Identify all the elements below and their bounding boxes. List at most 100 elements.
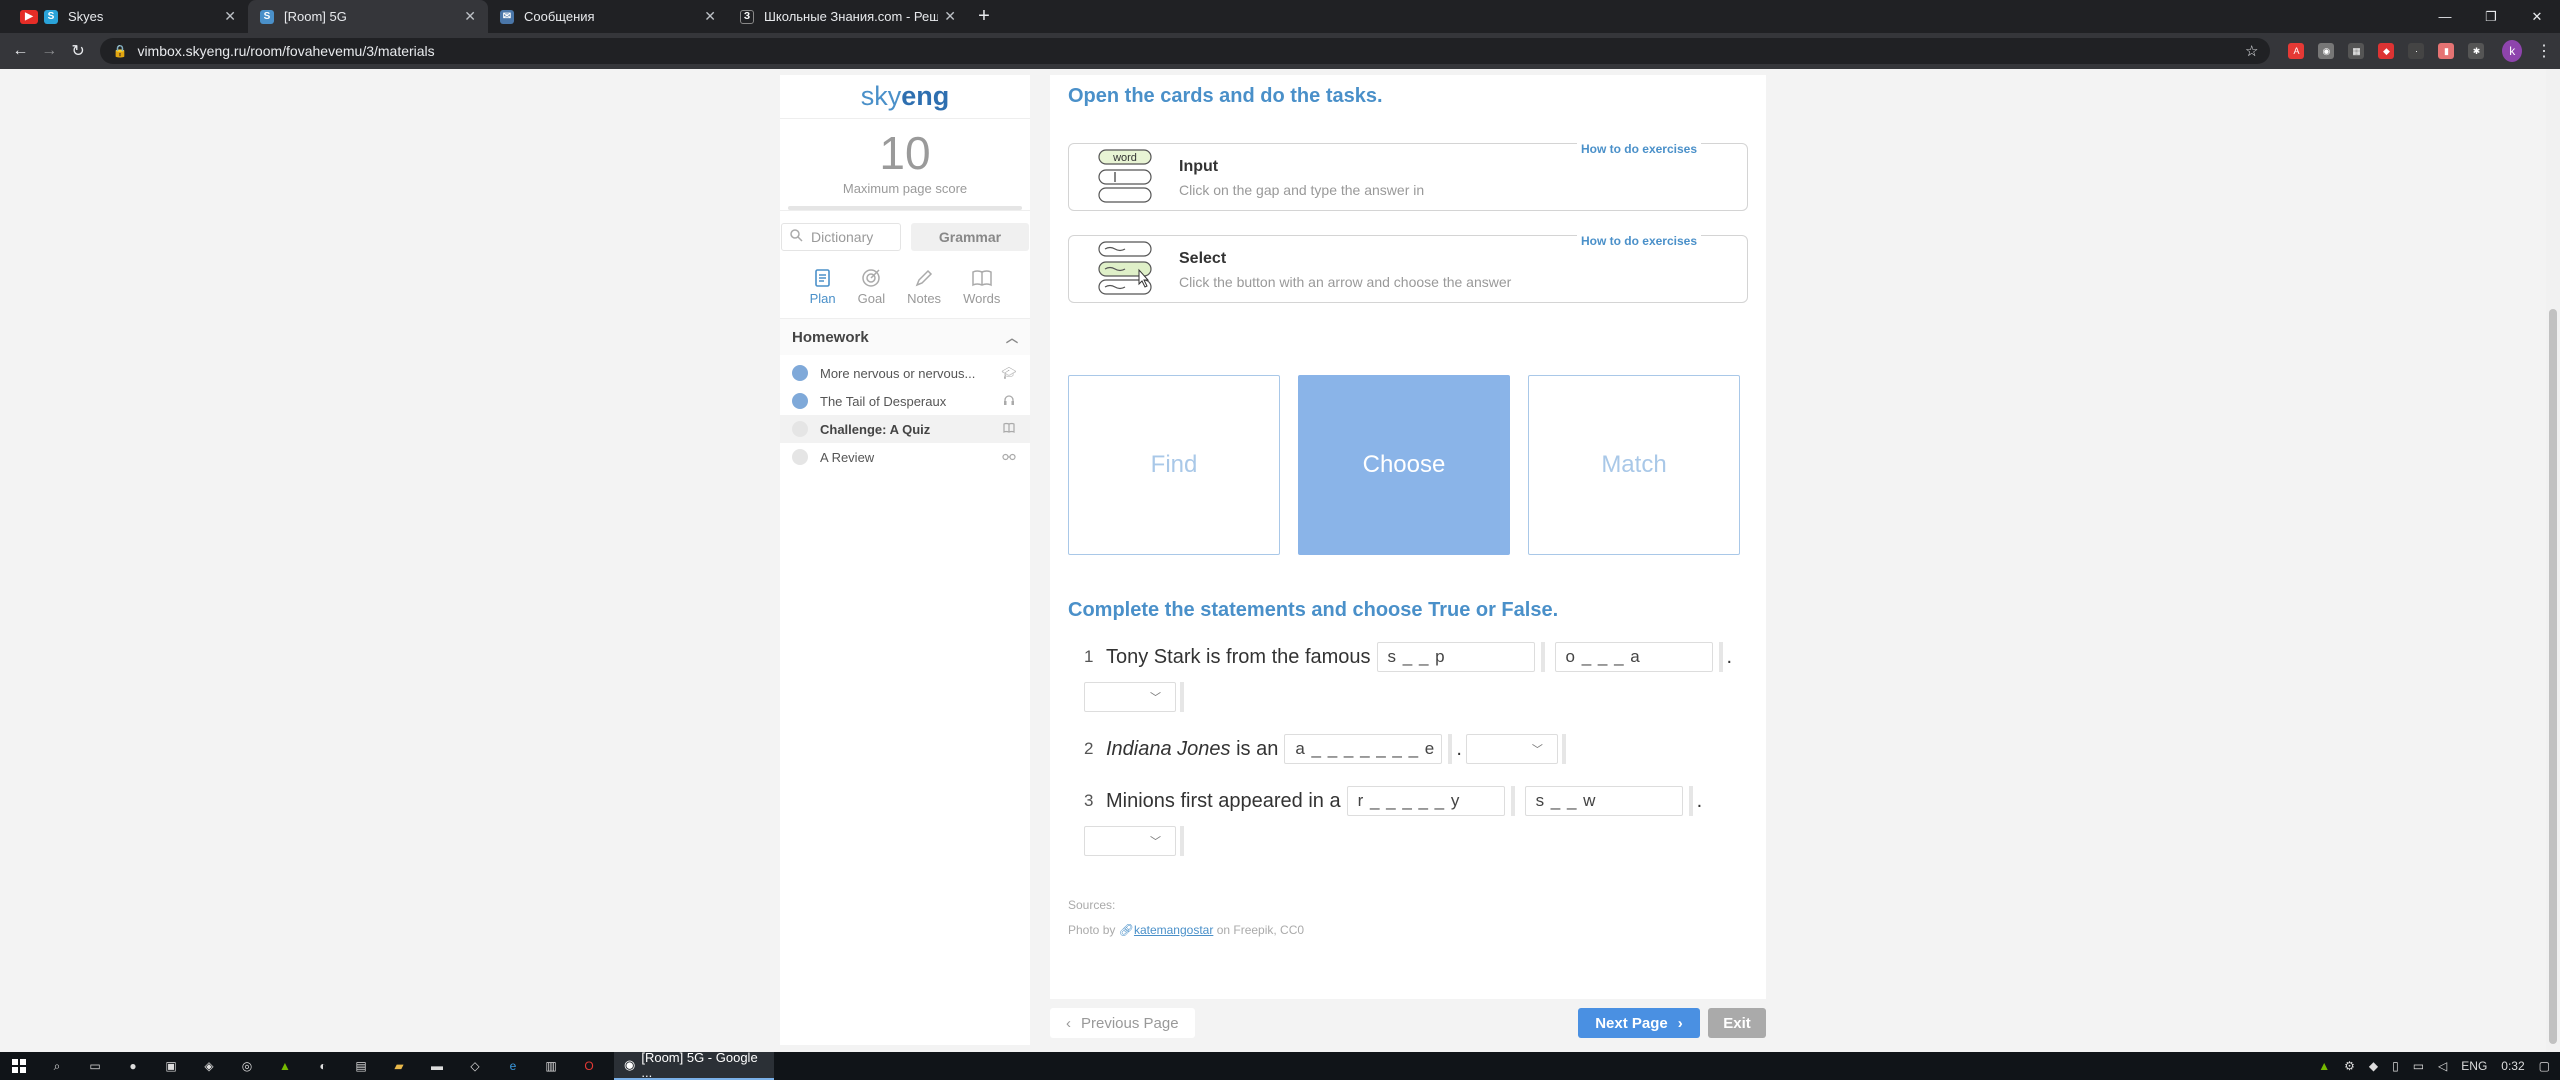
clock[interactable]: 0:32 bbox=[2501, 1059, 2524, 1073]
app-icon[interactable]: ▣ bbox=[152, 1052, 190, 1080]
skyeng-logo[interactable]: sky eng bbox=[780, 75, 1030, 119]
opera-icon[interactable]: O bbox=[570, 1052, 608, 1080]
close-icon[interactable]: ✕ bbox=[464, 8, 476, 25]
exit-button[interactable]: Exit bbox=[1708, 1008, 1766, 1038]
true-false-select[interactable]: ﹀ bbox=[1084, 826, 1176, 856]
windows-start-icon[interactable] bbox=[0, 1052, 38, 1080]
howto-link[interactable]: How to do exercises bbox=[1576, 142, 1701, 156]
list-item[interactable]: The Tail of Desperaux bbox=[780, 387, 1030, 415]
gap-input[interactable]: r _ _ _ _ _ y bbox=[1346, 786, 1505, 816]
edge-icon[interactable]: e bbox=[494, 1052, 532, 1080]
reload-icon[interactable]: ↻ bbox=[66, 37, 91, 65]
close-icon[interactable]: ✕ bbox=[704, 8, 716, 25]
app-tray-icon[interactable]: ◆ bbox=[2369, 1059, 2378, 1073]
howto-link[interactable]: How to do exercises bbox=[1576, 234, 1701, 248]
app-icon[interactable]: ◎ bbox=[228, 1052, 266, 1080]
app-icon[interactable]: ▤ bbox=[342, 1052, 380, 1080]
scrollbar-thumb[interactable] bbox=[2549, 309, 2557, 1044]
tab-plan[interactable]: Plan bbox=[810, 265, 836, 306]
adblock-icon[interactable]: A bbox=[2288, 43, 2305, 59]
gap-divider bbox=[1510, 786, 1515, 816]
gap-input[interactable]: a _ _ _ _ _ _ _ e bbox=[1284, 734, 1443, 764]
gap-input[interactable]: s _ _ w bbox=[1524, 786, 1683, 816]
extension-icon[interactable]: ◉ bbox=[2318, 43, 2335, 59]
browser-tab-messages[interactable]: ✉ Сообщения ✕ bbox=[488, 0, 728, 33]
true-false-select[interactable]: ﹀ bbox=[1084, 682, 1176, 712]
tab-notes[interactable]: Notes bbox=[907, 265, 941, 306]
menu-kebab-icon[interactable]: ⋮ bbox=[2536, 41, 2552, 61]
tab-plan-label: Plan bbox=[809, 291, 836, 306]
word-label: word bbox=[1112, 152, 1137, 164]
search-icon[interactable]: ⌕ bbox=[38, 1052, 76, 1080]
choice-card-choose[interactable]: Choose bbox=[1298, 375, 1510, 555]
chevron-up-icon[interactable]: ︿ bbox=[1006, 329, 1018, 346]
tab-title: [Room] 5G bbox=[284, 9, 347, 24]
app-icon[interactable]: ▥ bbox=[532, 1052, 570, 1080]
taskbar-chrome-app[interactable]: ◉ [Room] 5G - Google ... bbox=[614, 1050, 774, 1080]
homework-header[interactable]: Homework ︿ bbox=[780, 319, 1030, 355]
address-bar[interactable]: 🔒 vimbox.skyeng.ru/room/fovahevemu/3/mat… bbox=[100, 38, 2271, 64]
folder-icon[interactable]: ▰ bbox=[380, 1052, 418, 1080]
list-item[interactable]: A Review bbox=[780, 443, 1030, 471]
page-scrollbar[interactable] bbox=[2546, 69, 2560, 1052]
app-icon[interactable]: ◈ bbox=[190, 1052, 228, 1080]
close-window-icon[interactable]: ✕ bbox=[2514, 0, 2560, 33]
next-page-button[interactable]: Next Page › bbox=[1578, 1008, 1700, 1038]
task-view-icon[interactable]: ▭ bbox=[76, 1052, 114, 1080]
chevron-down-icon: ﹀ bbox=[1150, 836, 1161, 848]
choice-card-match[interactable]: Match bbox=[1528, 375, 1740, 555]
new-tab-icon[interactable]: + bbox=[968, 0, 1000, 33]
grammar-button[interactable]: Grammar bbox=[911, 223, 1029, 251]
app-icon[interactable]: ◐ bbox=[304, 1052, 342, 1080]
znaniya-favicon-icon: З bbox=[740, 9, 754, 24]
extension-icon[interactable]: ▦ bbox=[2348, 43, 2365, 59]
list-item[interactable]: More nervous or nervous... 🎓︎ bbox=[780, 359, 1030, 387]
minimize-icon[interactable]: — bbox=[2422, 0, 2468, 33]
previous-page-button[interactable]: ‹ Previous Page bbox=[1050, 1008, 1195, 1038]
volume-icon[interactable]: ◁ bbox=[2438, 1059, 2447, 1073]
true-false-select[interactable]: ﹀ bbox=[1465, 734, 1558, 764]
network-icon[interactable]: ▭ bbox=[2413, 1059, 2424, 1073]
shield-icon[interactable]: ◆ bbox=[2378, 43, 2395, 59]
steam-icon[interactable]: ● bbox=[114, 1052, 152, 1080]
tab-words[interactable]: Words bbox=[963, 265, 1000, 306]
forward-icon[interactable]: → bbox=[37, 37, 62, 65]
tab-words-label: Words bbox=[963, 291, 1001, 306]
battery-icon[interactable]: ▯ bbox=[2392, 1059, 2399, 1073]
profile-avatar[interactable]: k bbox=[2502, 40, 2522, 62]
status-dot bbox=[792, 393, 808, 409]
puzzle-icon[interactable]: ✱ bbox=[2468, 43, 2485, 59]
choice-card-find[interactable]: Find bbox=[1068, 375, 1280, 555]
settings-icon[interactable]: ⚙ bbox=[2344, 1059, 2355, 1073]
goal-icon bbox=[858, 265, 884, 291]
photo-author-link[interactable]: katemangostar bbox=[1134, 923, 1213, 937]
maximize-icon[interactable]: ❐ bbox=[2468, 0, 2514, 33]
statement-text: is an bbox=[1236, 737, 1279, 760]
close-icon[interactable]: ✕ bbox=[944, 8, 956, 25]
tab-goal[interactable]: Goal bbox=[858, 265, 885, 306]
dictionary-search[interactable]: Dictionary bbox=[781, 223, 901, 251]
list-item[interactable]: Challenge: A Quiz bbox=[780, 415, 1030, 443]
bookmark-star-icon[interactable]: ☆ bbox=[2245, 42, 2258, 60]
browser-tab-skyes[interactable]: ▶ S Skyes ✕ bbox=[8, 0, 248, 33]
gap-input[interactable]: s _ _ p bbox=[1376, 642, 1535, 672]
score-progress-bar bbox=[788, 206, 1022, 210]
browser-toolbar: ← → ↻ 🔒 vimbox.skyeng.ru/room/fovahevemu… bbox=[0, 33, 2560, 69]
statement-3: 3 Minions first appeared in a r _ _ _ _ … bbox=[1084, 781, 1702, 821]
language-indicator[interactable]: ENG bbox=[2461, 1059, 2487, 1073]
browser-tab-room[interactable]: S [Room] 5G ✕ bbox=[248, 0, 488, 33]
close-icon[interactable]: ✕ bbox=[224, 8, 236, 25]
system-tray: ▲ ⚙ ◆ ▯ ▭ ◁ ENG 0:32 ▢ bbox=[2318, 1052, 2550, 1080]
previous-page-label: Previous Page bbox=[1081, 1014, 1179, 1032]
gap-input[interactable]: o _ _ _ a bbox=[1554, 642, 1713, 672]
back-icon[interactable]: ← bbox=[8, 37, 33, 65]
nvidia-icon[interactable]: ▲ bbox=[266, 1052, 304, 1080]
browser-tab-znaniya[interactable]: З Школьные Знания.com - Решае ✕ bbox=[728, 0, 968, 33]
notifications-icon[interactable]: ▢ bbox=[2539, 1059, 2550, 1073]
app-icon[interactable]: ◇ bbox=[456, 1052, 494, 1080]
terminal-icon[interactable]: ▬ bbox=[418, 1052, 456, 1080]
bookmark-extension-icon[interactable]: ▮ bbox=[2438, 43, 2455, 59]
nvidia-tray-icon[interactable]: ▲ bbox=[2318, 1059, 2330, 1073]
extension-icon[interactable]: · bbox=[2408, 43, 2425, 59]
statement-3-select-row: ﹀ bbox=[1084, 821, 1188, 861]
